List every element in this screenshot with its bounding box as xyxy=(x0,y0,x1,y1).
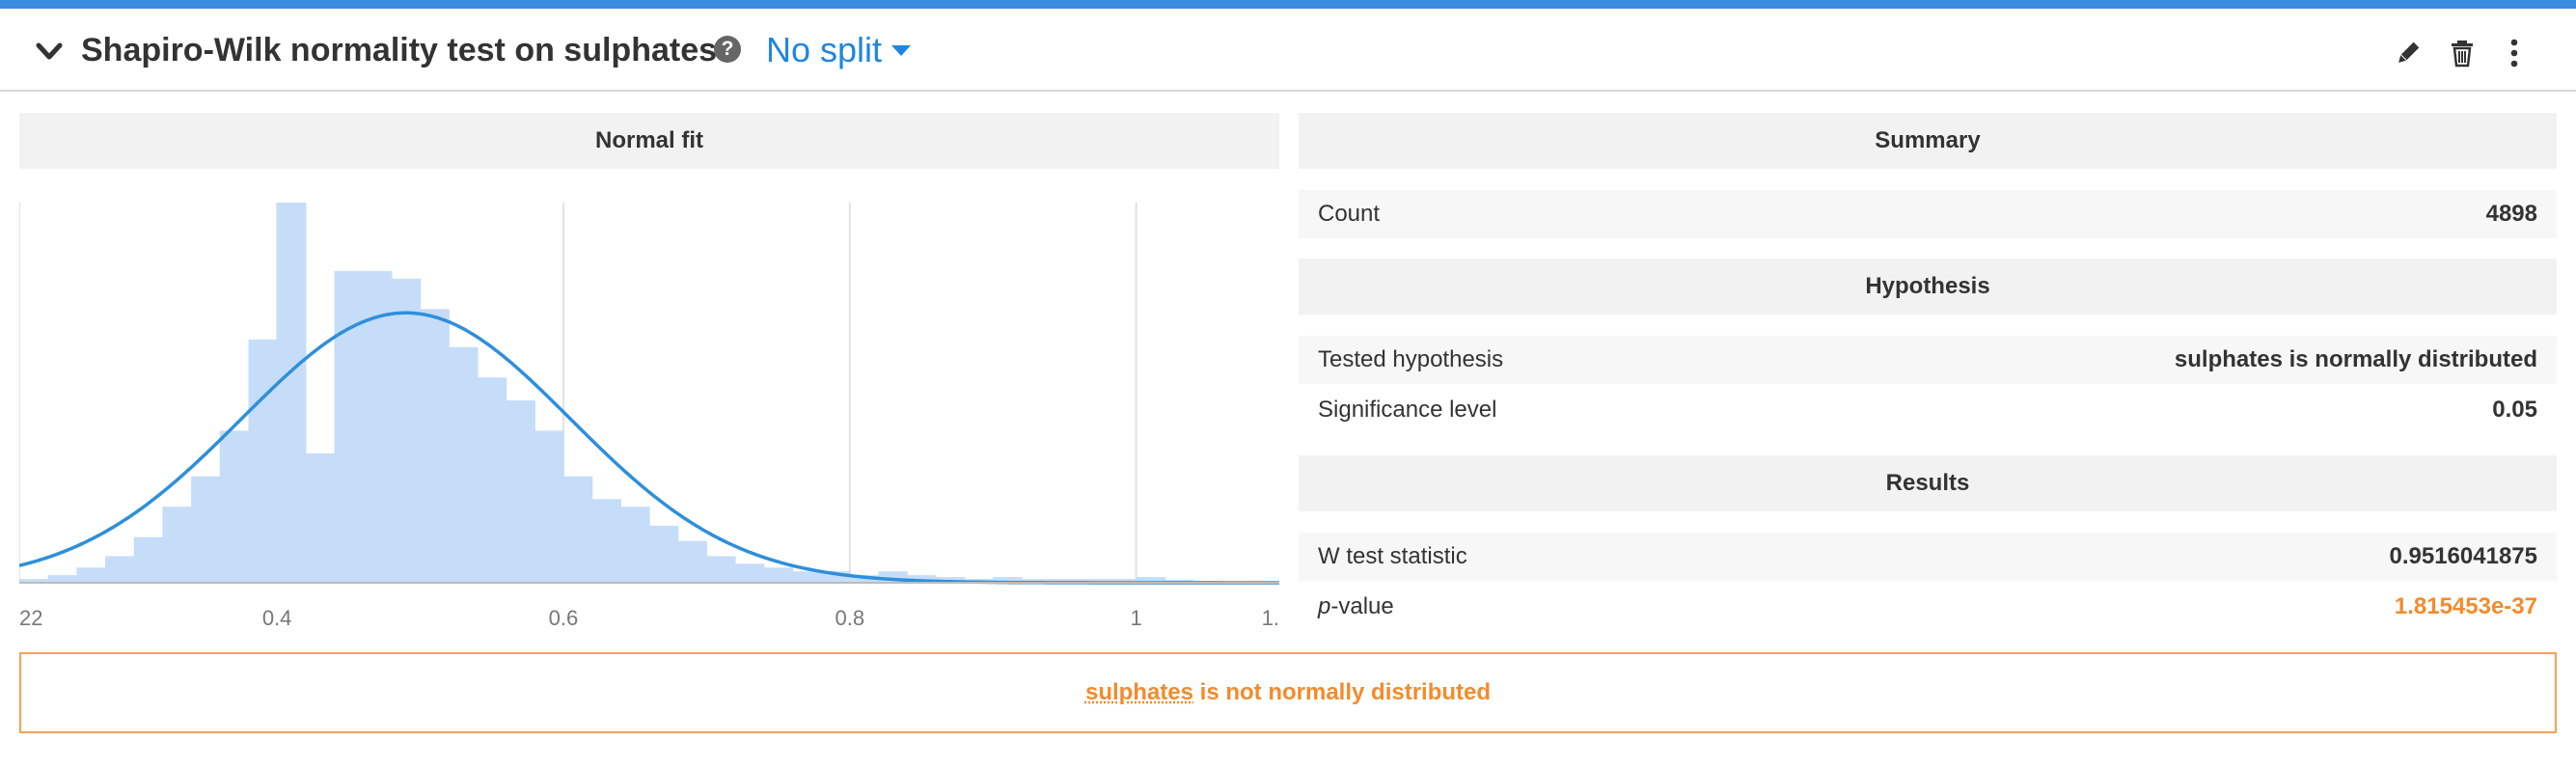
histogram-bar xyxy=(305,453,336,583)
histogram-bar xyxy=(162,507,192,583)
histogram-bar xyxy=(105,556,135,583)
histogram-bar xyxy=(735,563,765,583)
count-label: Count xyxy=(1318,201,1381,227)
card-title: Shapiro-Wilk normality test on sulphates xyxy=(81,32,718,69)
histogram-bar xyxy=(191,476,221,583)
histogram-bar xyxy=(677,540,707,583)
histogram-bar xyxy=(133,536,164,583)
question-circle-icon[interactable]: ? xyxy=(714,36,741,63)
tested-hypothesis-value: sulphates is normally distributed xyxy=(2174,346,2537,372)
histogram-bar xyxy=(562,476,593,583)
histogram-bar xyxy=(506,399,535,583)
x-tick-label: 0.4 xyxy=(262,606,292,630)
x-tick-label: 0.8 xyxy=(835,606,864,630)
x-tick-label: 1. xyxy=(1262,606,1279,630)
hypothesis-header: Hypothesis xyxy=(1299,259,2557,315)
significance-level-label: Significance level xyxy=(1318,397,1497,423)
conclusion-variable-link[interactable]: sulphates xyxy=(1085,679,1193,705)
summary-row-count: Count 4898 xyxy=(1299,190,2557,238)
normal-fit-chart: 220.40.60.811.21. xyxy=(18,193,1438,656)
histogram-bar xyxy=(391,278,422,583)
split-dropdown-label: No split xyxy=(766,30,883,69)
histogram-bar xyxy=(76,567,106,583)
conclusion-banner: sulphates is not normally distributed xyxy=(19,652,2557,733)
w-statistic-value: 0.9516041875 xyxy=(2389,543,2538,569)
histogram-bar xyxy=(334,270,364,583)
w-statistic-label: W test statistic xyxy=(1318,543,1467,569)
top-accent-bar xyxy=(0,0,2576,9)
p-value-label: p-value xyxy=(1318,583,1394,631)
conclusion-text: is not normally distributed xyxy=(1193,679,1492,705)
histogram-bar xyxy=(763,567,794,583)
normal-fit-header: Normal fit xyxy=(19,113,1279,169)
histogram-bar xyxy=(47,575,77,583)
tested-hypothesis-label: Tested hypothesis xyxy=(1318,346,1504,372)
histogram-bar xyxy=(277,203,307,583)
histogram-bar xyxy=(792,571,822,583)
more-vertical-icon[interactable] xyxy=(2499,38,2530,69)
p-value-label-rest: -value xyxy=(1330,593,1394,619)
results-row-w-statistic: W test statistic 0.9516041875 xyxy=(1299,533,2557,581)
normal-fit-chart-svg: 220.40.60.811.21. xyxy=(18,203,1438,630)
histogram-bar xyxy=(449,346,479,583)
significance-level-value: 0.05 xyxy=(2492,397,2537,423)
histogram-bar xyxy=(649,525,679,583)
histogram-bar xyxy=(534,430,564,583)
hypothesis-row-tested: Tested hypothesis sulphates is normally … xyxy=(1299,336,2557,384)
p-value-value: 1.815453e-37 xyxy=(2394,593,2537,619)
caret-down-icon xyxy=(891,44,912,56)
card-header: Shapiro-Wilk normality test on sulphates… xyxy=(0,9,2576,92)
count-value: 4898 xyxy=(2485,201,2537,227)
histogram-bar xyxy=(620,507,650,583)
summary-header: Summary xyxy=(1299,113,2557,169)
chevron-down-icon[interactable] xyxy=(35,41,64,63)
histogram-bar xyxy=(591,499,621,583)
histogram-bar xyxy=(420,309,450,583)
pencil-icon[interactable] xyxy=(2393,38,2424,69)
trash-icon[interactable] xyxy=(2447,38,2478,69)
results-row-p-value: p-value 1.815453e-37 xyxy=(1299,583,2557,631)
histogram-bar xyxy=(248,339,278,583)
x-tick-label: 0.6 xyxy=(549,606,579,630)
x-tick-label: 1 xyxy=(1130,606,1141,630)
x-tick-label: 22 xyxy=(19,606,42,630)
histogram-bar xyxy=(477,377,507,583)
p-value-label-italic: p xyxy=(1318,593,1331,619)
results-header: Results xyxy=(1299,455,2557,511)
split-dropdown[interactable]: No split xyxy=(766,30,912,70)
histogram-bar xyxy=(219,430,250,583)
histogram-bar xyxy=(706,556,736,583)
hypothesis-row-significance: Significance level 0.05 xyxy=(1299,386,2557,434)
